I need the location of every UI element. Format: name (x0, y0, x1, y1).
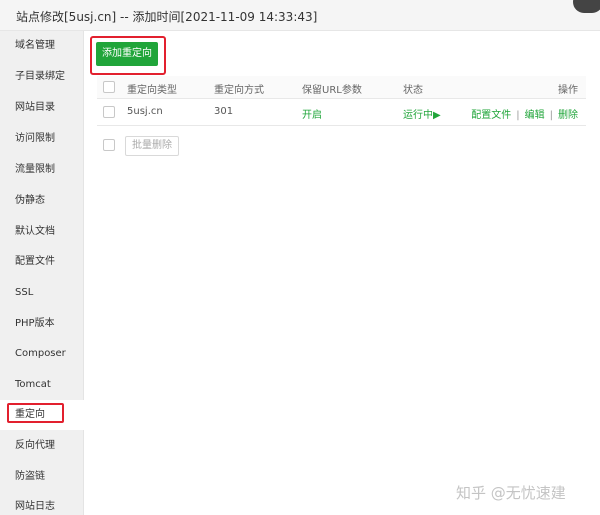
sidebar-item-site-log[interactable]: 网站日志 (0, 492, 84, 515)
sidebar-item-subdir[interactable]: 子目录绑定 (0, 62, 84, 92)
cell-type: 5usj.cn (127, 106, 163, 117)
action-separator: | (549, 110, 553, 121)
sidebar: 域名管理 子目录绑定 网站目录 访问限制 流量限制 伪静态 默认文档 配置文件 … (0, 31, 84, 515)
batch-delete-button[interactable]: 批量删除 (125, 136, 179, 156)
dialog-titlebar: 站点修改[5usj.cn] -- 添加时间[2021-11-09 14:33:4… (0, 0, 600, 31)
batch-select-checkbox[interactable] (103, 139, 115, 151)
sidebar-item-php-version[interactable]: PHP版本 (0, 309, 84, 339)
delete-link[interactable]: 删除 (558, 110, 578, 121)
sidebar-item-traffic-limit[interactable]: 流量限制 (0, 155, 84, 185)
redirect-table: 重定向类型 重定向方式 保留URL参数 状态 操作 5usj.cn 301 开启… (97, 76, 586, 126)
sidebar-item-composer[interactable]: Composer (0, 339, 84, 369)
sidebar-item-site-dir[interactable]: 网站目录 (0, 93, 84, 123)
sidebar-item-reverse-proxy[interactable]: 反向代理 (0, 431, 84, 461)
watermark-text: 知乎 @无忧速建 (456, 484, 566, 502)
close-button[interactable] (573, 0, 600, 13)
sidebar-item-redirect[interactable]: 重定向 (0, 400, 84, 430)
header-type: 重定向类型 (127, 85, 177, 96)
sidebar-item-domain[interactable]: 域名管理 (0, 31, 84, 61)
edit-link[interactable]: 编辑 (525, 110, 545, 121)
header-method: 重定向方式 (214, 85, 264, 96)
row-checkbox[interactable] (103, 106, 115, 118)
sidebar-item-rewrite[interactable]: 伪静态 (0, 186, 84, 216)
add-redirect-button[interactable]: 添加重定向 (96, 42, 158, 66)
sidebar-item-ssl[interactable]: SSL (0, 278, 84, 308)
header-ops: 操作 (558, 85, 578, 96)
sidebar-item-tomcat[interactable]: Tomcat (0, 370, 84, 400)
header-status: 状态 (403, 85, 423, 96)
header-keep-url: 保留URL参数 (302, 85, 362, 96)
cell-keep-url: 开启 (302, 110, 322, 121)
sidebar-item-access-limit[interactable]: 访问限制 (0, 124, 84, 154)
dialog-title: 站点修改[5usj.cn] -- 添加时间[2021-11-09 14:33:4… (16, 10, 318, 24)
sidebar-item-config-file[interactable]: 配置文件 (0, 247, 84, 277)
cell-method: 301 (214, 106, 234, 117)
config-file-link[interactable]: 配置文件 (471, 110, 511, 121)
select-all-checkbox[interactable] (103, 81, 115, 93)
sidebar-item-hotlink[interactable]: 防盗链 (0, 462, 84, 492)
cell-status-toggle[interactable]: 运行中▶ (403, 106, 441, 121)
table-row: 5usj.cn 301 开启 运行中▶ 配置文件 | 编辑 | 删除 (97, 99, 586, 126)
table-header: 重定向类型 重定向方式 保留URL参数 状态 操作 (97, 76, 586, 99)
action-separator: | (516, 110, 520, 121)
row-actions: 配置文件 | 编辑 | 删除 (471, 106, 578, 121)
sidebar-item-default-doc[interactable]: 默认文档 (0, 217, 84, 247)
